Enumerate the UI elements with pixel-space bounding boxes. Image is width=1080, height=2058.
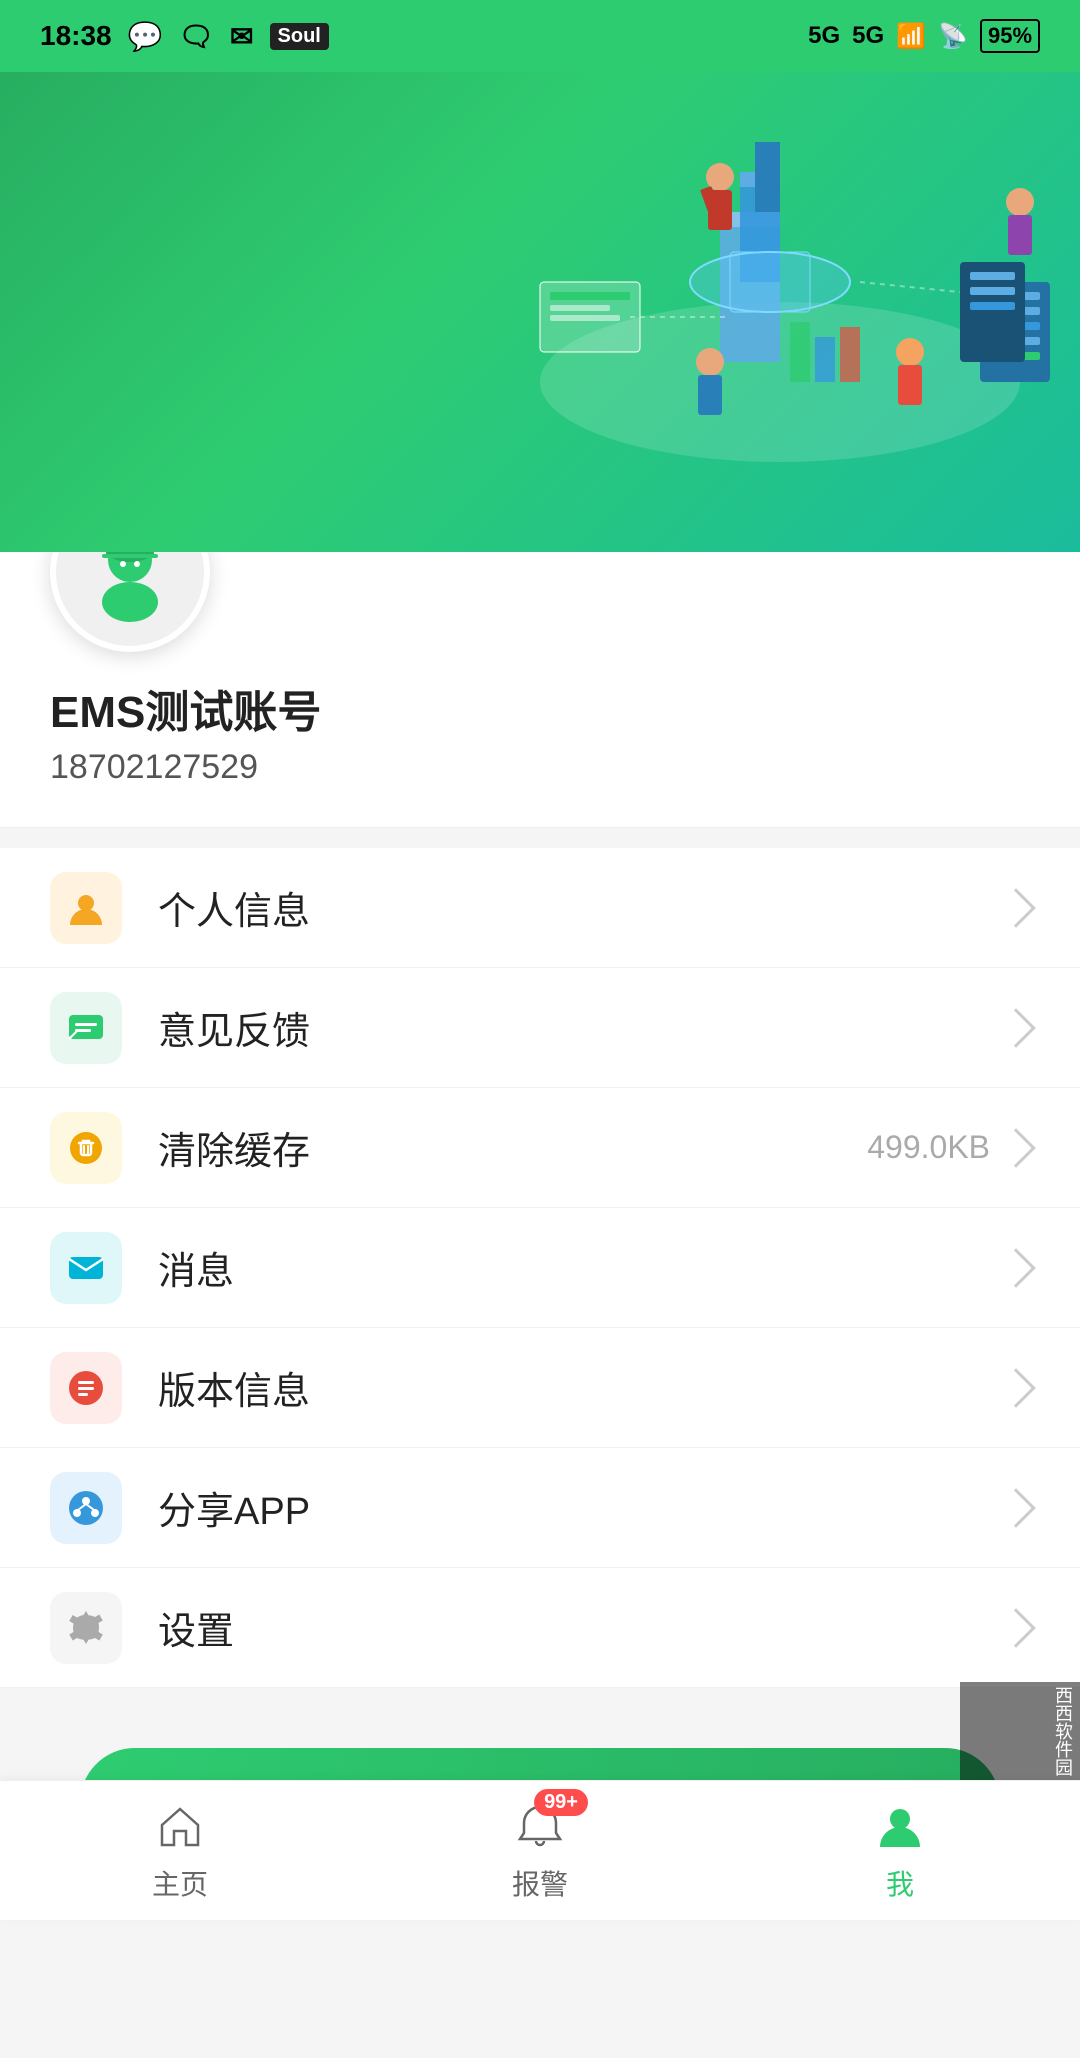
menu-item-clear-cache[interactable]: 清除缓存 499.0KB [0,1088,1080,1208]
chevron-right-icon [996,888,1036,928]
settings-label: 设置 [158,1600,1002,1655]
share-icon [50,1472,122,1544]
bottom-nav: 主页 99+ 报警 我 [0,1780,1080,1920]
menu-item-version-info[interactable]: 版本信息 [0,1328,1080,1448]
profile-phone: 18702127529 [50,748,1030,787]
alarm-badge: 99+ [534,1789,588,1816]
status-bar: 18:38 💬 🗨 ✉ Soul 5G 5G 📶 📡 95% [0,0,1080,72]
status-right: 5G 5G 📶 📡 95% [808,19,1040,53]
time-display: 18:38 [40,20,112,52]
profile-username: EMS测试账号 [50,676,1030,740]
menu-item-share-app[interactable]: 分享APP [0,1448,1080,1568]
share-app-label: 分享APP [158,1480,1002,1535]
version-info-label: 版本信息 [158,1360,1002,1415]
soul-badge: Soul [270,23,329,50]
chevron-right-icon [996,1008,1036,1048]
status-left: 18:38 💬 🗨 ✉ Soul [40,20,329,53]
cache-icon [50,1112,122,1184]
chevron-right-icon [996,1128,1036,1168]
message-icon: 🗨 [179,20,215,53]
5g-signal-1: 5G [808,22,840,50]
alarm-icon: 99+ [512,1799,568,1855]
personal-info-label: 个人信息 [158,880,1002,935]
menu-item-personal-info[interactable]: 个人信息 [0,848,1080,968]
wechat-icon: 💬 [128,20,163,53]
feedback-icon [50,992,122,1064]
mail-icon: ✉ [230,20,253,53]
version-icon [50,1352,122,1424]
nav-item-alarm[interactable]: 99+ 报警 [360,1783,720,1919]
menu-item-message[interactable]: 消息 [0,1208,1080,1328]
message-icon [50,1232,122,1304]
menu-item-settings[interactable]: 设置 [0,1568,1080,1688]
menu-list: 个人信息 意见反馈 清除缓存 499.0KB [0,848,1080,1688]
wifi-icon: 📡 [938,22,968,51]
cache-size: 499.0KB [867,1129,990,1166]
5g-signal-2: 5G [852,22,884,50]
hero-banner [0,72,1080,552]
feedback-label: 意见反馈 [158,1000,1002,1055]
watermark: 西西软件园 [960,1682,1080,1780]
chevron-right-icon [996,1608,1036,1648]
settings-icon [50,1592,122,1664]
chevron-right-icon [996,1248,1036,1288]
nav-item-home[interactable]: 主页 [0,1783,360,1919]
battery-indicator: 95% [980,19,1040,53]
nav-item-mine[interactable]: 我 [720,1783,1080,1919]
chevron-right-icon [996,1488,1036,1528]
mine-icon [872,1799,928,1855]
message-label: 消息 [158,1240,1002,1295]
hero-illustration [480,82,1080,502]
clear-cache-label: 清除缓存 [158,1120,867,1175]
profile-section: EMS测试账号 18702127529 [0,552,1080,828]
menu-item-feedback[interactable]: 意见反馈 [0,968,1080,1088]
nav-mine-label: 我 [886,1863,914,1903]
nav-home-label: 主页 [152,1863,208,1903]
chevron-right-icon [996,1368,1036,1408]
nav-alarm-label: 报警 [512,1863,568,1903]
signal-bars-icon: 📶 [896,22,926,51]
personal-info-icon [50,872,122,944]
home-icon [152,1799,208,1855]
